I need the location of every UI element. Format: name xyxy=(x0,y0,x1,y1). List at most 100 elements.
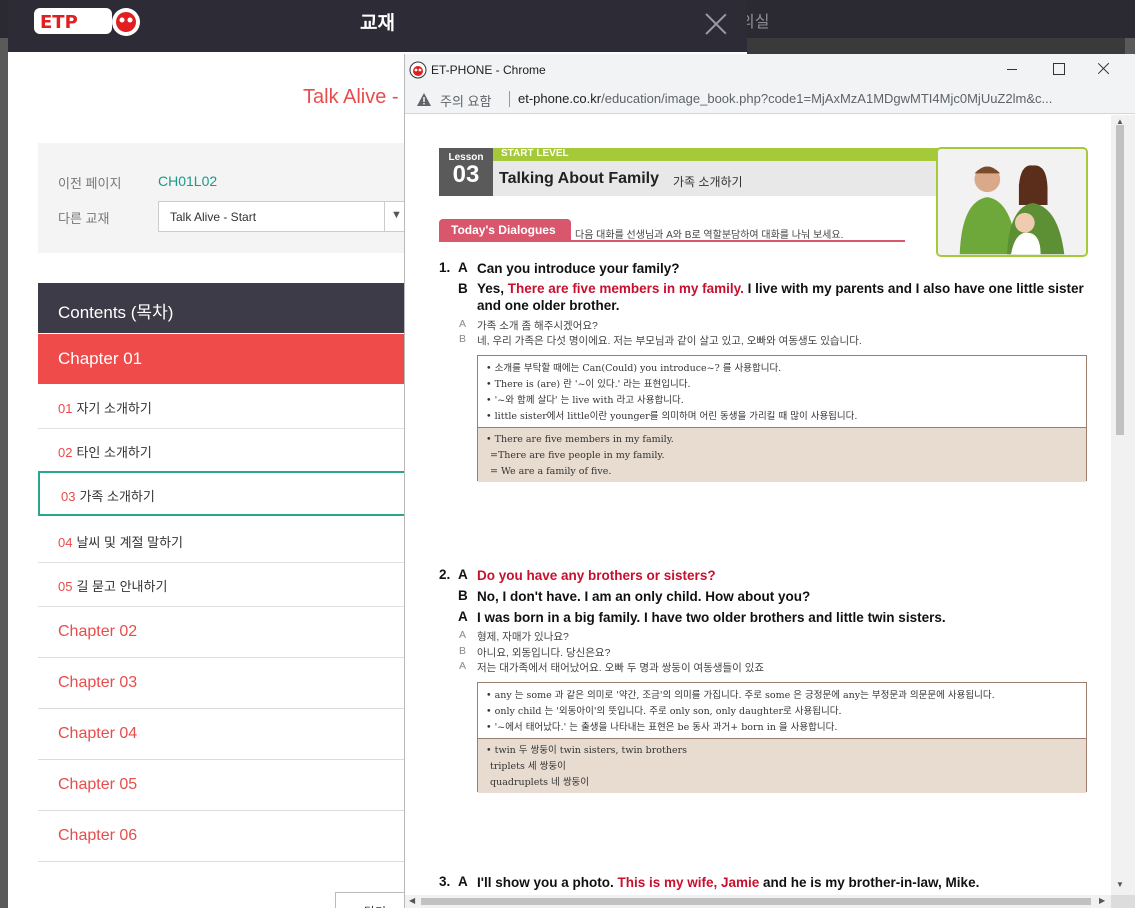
example-line: = We are a family of five. xyxy=(490,466,612,477)
chapter-03-item[interactable]: Chapter 03 xyxy=(38,658,418,709)
close-button[interactable]: 닫기 xyxy=(335,892,415,908)
chapter-06-item[interactable]: Chapter 06 xyxy=(38,811,418,862)
lesson-number: 03 xyxy=(61,489,76,504)
address-bar[interactable]: 주의 요함 et-phone.co.kr/education/image_boo… xyxy=(405,86,1135,114)
kr-speaker-a: A xyxy=(459,660,467,672)
dialogue-1-b: Yes, There are five members in my family… xyxy=(477,280,1089,314)
dialogue-1-note-box: • 소개를 부탁할 때에는 Can(Could) you introduce~?… xyxy=(477,355,1087,482)
lesson-title-bar: Talking About Family 가족 소개하기 xyxy=(493,161,943,196)
modal-close-icon[interactable] xyxy=(704,12,728,36)
kr-speaker-a: A xyxy=(459,629,467,641)
note-line: • little sister에서 little이란 younger를 의미하며… xyxy=(486,411,858,422)
dialogue-2-notes: • any 는 some 과 같은 의미로 '약간, 조금'의 의미를 가집니다… xyxy=(478,683,1086,738)
other-book-select[interactable]: Talk Alive - Start ▼ xyxy=(158,201,406,232)
lesson-title-english: Talking About Family xyxy=(499,170,660,187)
scroll-left-icon[interactable]: ◀ xyxy=(409,896,415,905)
maximize-icon[interactable] xyxy=(1047,59,1071,81)
lesson-item-02[interactable]: 02 타인 소개하기 xyxy=(38,428,418,473)
example-line: triplets 세 쌍둥이 xyxy=(490,761,566,772)
contents-heading: Contents (목차) xyxy=(38,283,418,333)
kr-speaker-b: B xyxy=(459,645,467,657)
dialogue-1-b-korean: 네, 우리 가족은 다섯 명이에요. 저는 부모님과 같이 살고 있고, 오빠와… xyxy=(477,335,862,347)
other-book-selected-value: Talk Alive - Start xyxy=(170,210,257,224)
lesson-number: 02 xyxy=(58,445,73,460)
lesson-badge: Lesson 03 xyxy=(439,148,493,196)
lesson-label: 가족 소개하기 xyxy=(79,489,155,504)
lesson-item-01[interactable]: 01 자기 소개하기 xyxy=(38,384,418,429)
lesson-label: 길 묻고 안내하기 xyxy=(76,579,168,594)
lesson-label: 날씨 및 계절 말하기 xyxy=(76,535,183,550)
lesson-item-04[interactable]: 04 날씨 및 계절 말하기 xyxy=(38,518,418,563)
dialogue-1-b-highlight: There are five members in my family. xyxy=(507,281,744,296)
warning-icon xyxy=(417,93,431,106)
security-warning-text: 주의 요함 xyxy=(440,94,492,109)
chapter-05-item[interactable]: Chapter 05 xyxy=(38,760,418,811)
note-line: • There is (are) 란 '~이 있다.' 라는 표현입니다. xyxy=(486,379,691,390)
note-line: • any 는 some 과 같은 의미로 '약간, 조금'의 의미를 가집니다… xyxy=(486,690,995,701)
example-line: • There are five members in my family. xyxy=(486,434,674,445)
todays-dialogues-tag: Today's Dialogues xyxy=(439,219,571,241)
dialogue-3-number: 3. xyxy=(439,874,451,889)
url-path: /education/image_book.php?code1=MjAxMzA1… xyxy=(601,91,1053,106)
minimize-icon[interactable] xyxy=(1001,59,1025,81)
window-close-icon[interactable] xyxy=(1093,59,1117,81)
dialogue-1-examples: • There are five members in my family. =… xyxy=(478,427,1086,482)
horizontal-scrollbar[interactable]: ◀ ▶ xyxy=(405,895,1111,908)
lesson-number: 01 xyxy=(58,401,73,416)
lesson-item-03-selected[interactable]: 03 가족 소개하기 xyxy=(38,471,418,516)
dialogue-2-a2-korean: 저는 대가족에서 태어났어요. 오빠 두 명과 쌍둥이 여동생들이 있죠 xyxy=(477,662,765,674)
book-page: Lesson 03 START LEVEL Talking About Fami… xyxy=(405,115,1111,895)
level-bar: START LEVEL xyxy=(493,148,943,161)
prev-page-label: 이전 페이지 xyxy=(58,176,122,191)
background-left-panel xyxy=(0,38,8,908)
modal-title: 교재 xyxy=(360,13,395,34)
scroll-right-icon[interactable]: ▶ xyxy=(1099,896,1105,905)
lesson-label: 자기 소개하기 xyxy=(76,401,152,416)
lesson-label: 타인 소개하기 xyxy=(76,445,152,460)
dialogue-1-number: 1. xyxy=(439,260,451,275)
scrollbar-corner xyxy=(1111,895,1135,908)
modal-header: ETP 교재 xyxy=(8,0,747,52)
dialogue-2-number: 2. xyxy=(439,567,451,582)
vertical-scrollbar[interactable]: ▲ ▼ xyxy=(1111,115,1135,895)
dialogue-1-notes: • 소개를 부탁할 때에는 Can(Could) you introduce~?… xyxy=(478,356,1086,427)
dialogue-3-a-pre: I'll show you a photo. xyxy=(477,875,618,890)
speaker-a: A xyxy=(458,609,468,624)
speaker-b: B xyxy=(458,281,468,296)
kr-speaker-a: A xyxy=(459,318,467,330)
chapter-01-header[interactable]: Chapter 01 xyxy=(38,334,418,384)
dialogue-2-examples: • twin 두 쌍둥이 twin sisters, twin brothers… xyxy=(478,738,1086,793)
chapter-04-item[interactable]: Chapter 04 xyxy=(38,709,418,760)
book-info-box: 이전 페이지 CH01L02 다른 교재 Talk Alive - Start … xyxy=(38,143,418,253)
dialogue-2-a: Do you have any brothers or sisters? xyxy=(477,568,716,583)
dialogue-1-a-korean: 가족 소개 좀 해주시겠어요? xyxy=(477,320,598,332)
example-line: =There are five people in my family. xyxy=(490,450,665,461)
lesson-item-05[interactable]: 05 길 묻고 안내하기 xyxy=(38,562,418,607)
note-line: • '~와 함께 살다' 는 live with 라고 사용합니다. xyxy=(486,395,684,406)
popup-title-bar: ET-PHONE - Chrome xyxy=(405,54,1135,86)
horizontal-scroll-thumb[interactable] xyxy=(421,898,1091,905)
vertical-scroll-thumb[interactable] xyxy=(1116,125,1124,435)
prev-page-link[interactable]: CH01L02 xyxy=(158,173,217,189)
address-separator xyxy=(509,91,510,107)
popup-window-title: ET-PHONE - Chrome xyxy=(431,63,546,77)
example-line: quadruplets 네 쌍둥이 xyxy=(490,777,590,788)
dialogues-instruction: 다음 대화를 선생님과 A와 B로 역할분담하여 대화를 나눠 보세요. xyxy=(575,230,844,241)
dialogue-2-note-box: • any 는 some 과 같은 의미로 '약간, 조금'의 의미를 가집니다… xyxy=(477,682,1087,793)
lesson-number: 05 xyxy=(58,579,73,594)
address-url[interactable]: et-phone.co.kr/education/image_book.php?… xyxy=(518,91,1118,106)
example-line: • twin 두 쌍둥이 twin sisters, twin brothers xyxy=(486,745,688,756)
kr-speaker-b: B xyxy=(459,333,467,345)
dialogue-3-a-post: and he is my brother-in-law, Mike. xyxy=(759,875,980,890)
speaker-a: A xyxy=(458,260,468,275)
chapter-02-item[interactable]: Chapter 02 xyxy=(38,607,418,658)
select-divider xyxy=(384,202,385,231)
dialogue-1-b-pre: Yes, xyxy=(477,281,508,296)
dialogue-2-a-korean: 형제, 자매가 있나요? xyxy=(477,631,569,643)
family-photo xyxy=(936,147,1088,257)
dialogue-2-b: No, I don't have. I am an only child. Ho… xyxy=(477,589,811,604)
dialogue-2-a2: I was born in a big family. I have two o… xyxy=(477,610,946,625)
dialogue-3-a-highlight: This is my wife, Jamie xyxy=(617,875,760,890)
url-host: et-phone.co.kr xyxy=(518,91,602,106)
scroll-down-icon[interactable]: ▼ xyxy=(1116,880,1124,889)
